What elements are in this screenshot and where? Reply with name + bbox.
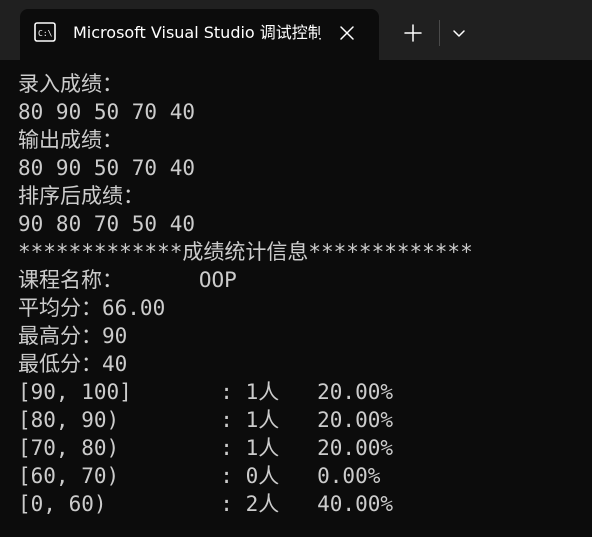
console-line: 输出成绩： (18, 128, 123, 152)
console-line: [60, 70) : 0人 0.00% (18, 464, 381, 488)
console-line: 平均分：66.00 (18, 296, 166, 320)
console-line: 排序后成绩： (18, 184, 144, 208)
title-bar[interactable]: C:\ Microsoft Visual Studio 调试控制台 (0, 0, 592, 60)
terminal-window: C:\ Microsoft Visual Studio 调试控制台 录入成绩： 8… (0, 0, 592, 537)
console-line: [80, 90) : 1人 20.00% (18, 408, 394, 432)
close-icon[interactable] (335, 21, 359, 45)
console-line: [0, 60) : 2人 40.00% (18, 492, 394, 516)
plus-icon[interactable] (396, 20, 430, 46)
console-line: 课程名称： OOP (18, 268, 237, 292)
scrollbar[interactable] (582, 60, 592, 537)
active-tab[interactable]: C:\ Microsoft Visual Studio 调试控制台 (20, 9, 379, 60)
chevron-down-icon[interactable] (444, 20, 474, 46)
svg-text:C:\: C:\ (38, 29, 53, 38)
tab-title: Microsoft Visual Studio 调试控制台 (73, 23, 321, 42)
tab-divider (439, 20, 440, 46)
console-line: 最低分：40 (18, 352, 128, 376)
console-output[interactable]: 录入成绩： 80 90 50 70 40 输出成绩： 80 90 50 70 40 排序… (18, 70, 473, 518)
console-line: [70, 80) : 1人 20.00% (18, 436, 394, 460)
console-line: [90, 100] : 1人 20.00% (18, 380, 394, 404)
console-line: 80 90 50 70 40 (18, 156, 196, 180)
console-line: 90 80 70 50 40 (18, 212, 196, 236)
console-line: *************成绩统计信息************* (18, 240, 473, 264)
console-line: 80 90 50 70 40 (18, 100, 196, 124)
console-app-icon: C:\ (34, 22, 56, 42)
console-line: 录入成绩： (18, 72, 123, 96)
console-line: 最高分：90 (18, 324, 128, 348)
